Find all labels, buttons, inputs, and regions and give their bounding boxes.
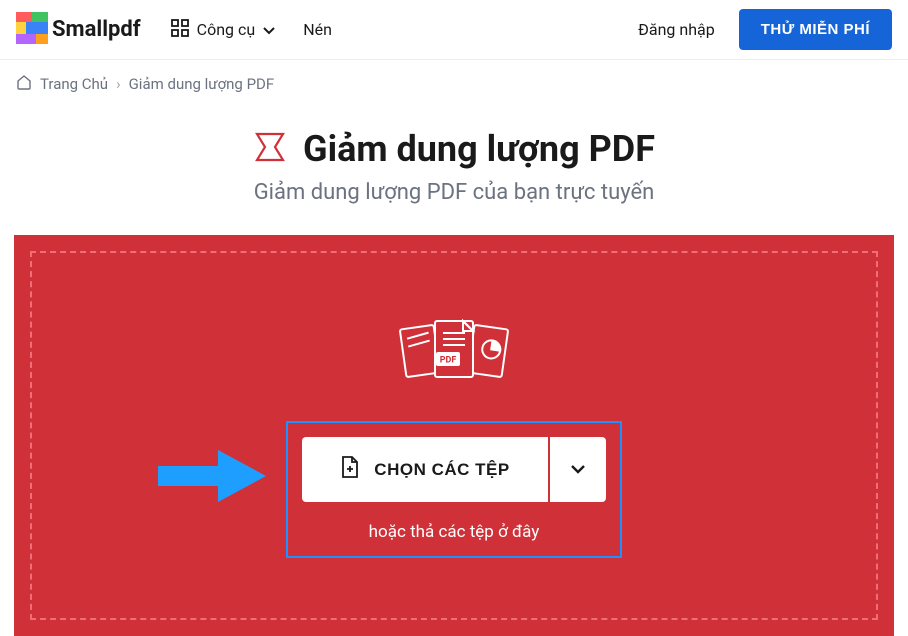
file-plus-icon bbox=[340, 455, 360, 484]
smallpdf-logo-icon bbox=[16, 12, 48, 48]
dropzone[interactable]: PDF bbox=[14, 235, 894, 636]
logo[interactable]: Smallpdf bbox=[16, 12, 141, 48]
drop-hint: hoặc thả các tệp ở đây bbox=[369, 522, 540, 542]
breadcrumb-current: Giảm dung lượng PDF bbox=[129, 75, 275, 93]
choose-files-dropdown[interactable] bbox=[548, 437, 606, 502]
svg-text:PDF: PDF bbox=[440, 356, 457, 366]
dropzone-inner: PDF bbox=[30, 251, 878, 620]
grid-icon bbox=[171, 19, 189, 41]
subtitle: Giảm dung lượng PDF của bạn trực tuyến bbox=[16, 180, 892, 205]
login-link[interactable]: Đăng nhập bbox=[638, 20, 715, 39]
chevron-down-icon bbox=[263, 20, 275, 39]
nav-tools[interactable]: Công cụ bbox=[171, 19, 276, 41]
upload-button-row: CHỌN CÁC TỆP bbox=[302, 437, 605, 502]
try-free-button[interactable]: THỬ MIỄN PHÍ bbox=[739, 9, 892, 50]
nav-right: Đăng nhập THỬ MIỄN PHÍ bbox=[638, 9, 892, 50]
compress-tool-icon bbox=[253, 130, 287, 168]
nav-compress[interactable]: Nén bbox=[303, 20, 332, 39]
breadcrumb-separator: › bbox=[116, 75, 121, 93]
arrow-right-icon bbox=[158, 448, 268, 508]
nav-compress-label: Nén bbox=[303, 20, 332, 39]
upload-highlight-box: CHỌN CÁC TỆP hoặc thả các tệp ở đây bbox=[286, 421, 621, 558]
choose-files-button[interactable]: CHỌN CÁC TỆP bbox=[302, 437, 547, 502]
breadcrumb-home[interactable]: Trang Chủ bbox=[40, 75, 108, 93]
chevron-down-icon bbox=[570, 462, 586, 477]
files-stack-icon: PDF bbox=[399, 313, 509, 421]
header: Smallpdf Công cụ Nén Đăng nhập THỬ MIỄN … bbox=[0, 0, 908, 60]
page-title: Giảm dung lượng PDF bbox=[303, 128, 655, 170]
home-icon bbox=[16, 74, 32, 94]
choose-files-label: CHỌN CÁC TỆP bbox=[374, 460, 509, 480]
title-section: Giảm dung lượng PDF Giảm dung lượng PDF … bbox=[0, 108, 908, 235]
breadcrumb: Trang Chủ › Giảm dung lượng PDF bbox=[0, 60, 908, 108]
nav-tools-label: Công cụ bbox=[197, 20, 256, 39]
nav: Công cụ Nén bbox=[171, 19, 639, 41]
brand-text: Smallpdf bbox=[52, 17, 141, 42]
